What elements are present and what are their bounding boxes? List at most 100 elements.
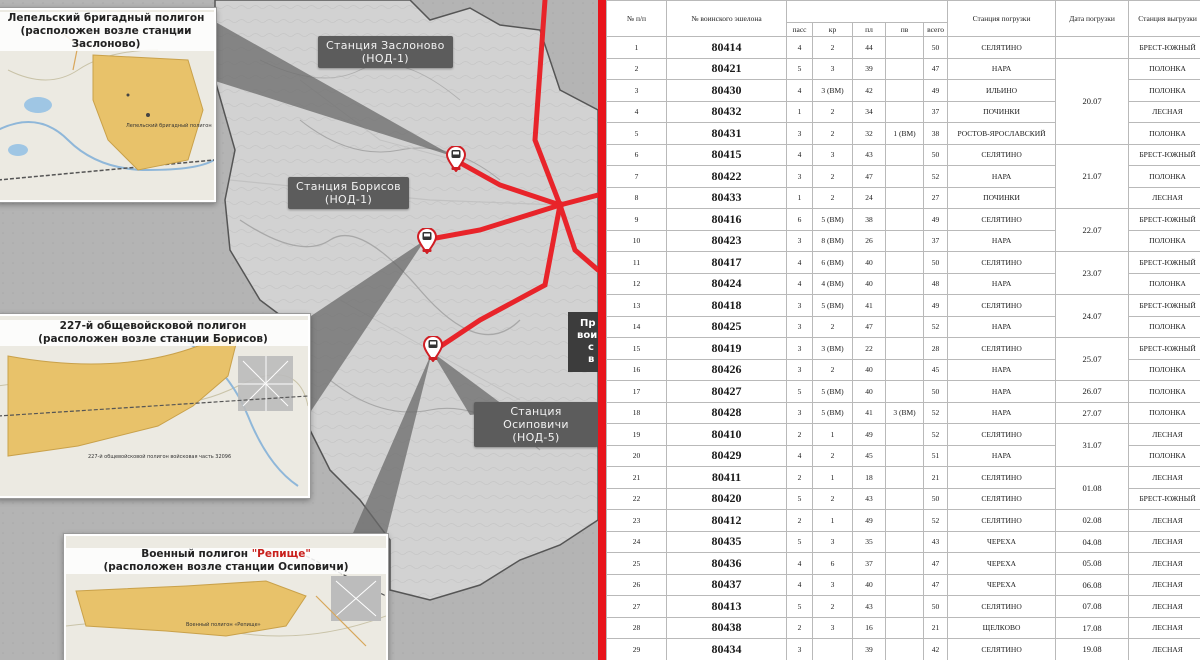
cell-load-station: ПОЧИНКИ <box>947 186 1057 209</box>
cell-load-station: ЧЕРЕХА <box>947 552 1057 575</box>
cell-pass: 3 <box>786 122 813 145</box>
cell-kr: 3 <box>812 57 853 80</box>
cell-total: 47 <box>922 57 949 80</box>
cell-load-station: ИЛЬИНО <box>947 79 1057 102</box>
cell-unload-station: БРЕСТ-ЮЖНЫЙ <box>1128 208 1200 231</box>
cell-pv <box>885 530 924 553</box>
cell-pv <box>885 337 924 360</box>
cropped-label: Пр вои с в <box>568 312 598 372</box>
cell-load-station: СЕЛЯТИНО <box>947 487 1057 510</box>
cell-pass: 5 <box>786 57 813 80</box>
header-wagons-group <box>785 0 949 23</box>
cell-load-date: 05.08 <box>1055 552 1130 575</box>
cell-pv <box>885 487 924 510</box>
cell-pv <box>885 79 924 102</box>
cell-total: 52 <box>922 423 949 446</box>
cell-unload-station: ПОЛОНКА <box>1128 122 1200 145</box>
table-row: 23 80412 2 1 49 52 СЕЛЯТИНО 02.08 ЛЕСНАЯ <box>606 509 1200 532</box>
cell-pl: 43 <box>852 487 886 510</box>
cell-pass: 4 <box>786 251 813 274</box>
cell-kr: 2 <box>812 122 853 145</box>
cell-echelon: 80415 <box>666 143 787 166</box>
cell-load-station: ПОЧИНКИ <box>947 100 1057 123</box>
cell-kr: 2 <box>812 358 853 381</box>
train-pin-icon <box>417 228 437 254</box>
table-row: 19 80410 2 1 49 52 СЕЛЯТИНО 31.07 ЛЕСНАЯ <box>606 423 1200 467</box>
cell-total: 21 <box>922 466 949 489</box>
cell-pv <box>885 358 924 381</box>
cell-unload-station: ПОЛОНКА <box>1128 272 1200 295</box>
cell-num: 16 <box>606 358 667 381</box>
cell-pl: 40 <box>852 380 886 403</box>
cell-echelon: 80420 <box>666 487 787 510</box>
cell-pv <box>885 466 924 489</box>
cell-kr: 5 (ВМ) <box>812 380 853 403</box>
cell-pl: 39 <box>852 57 886 80</box>
cell-echelon: 80416 <box>666 208 787 231</box>
cell-load-station: НАРА <box>947 229 1057 252</box>
cell-kr: 5 (ВМ) <box>812 401 853 424</box>
cell-kr: 8 (ВМ) <box>812 229 853 252</box>
cell-echelon: 80422 <box>666 165 787 188</box>
cell-pass: 3 <box>786 165 813 188</box>
cell-kr: 3 <box>812 530 853 553</box>
cell-pass: 3 <box>786 337 813 360</box>
cell-unload-station: ПОЛОНКА <box>1128 165 1200 188</box>
cell-unload-station: БРЕСТ-ЮЖНЫЙ <box>1128 251 1200 274</box>
table-row: 11 80417 4 6 (ВМ) 40 50 СЕЛЯТИНО 23.07 БРЕСТ-ЮЖН… <box>606 251 1200 295</box>
cell-load-station: СЕЛЯТИНО <box>947 423 1057 446</box>
cell-load-station: СЕЛЯТИНО <box>947 294 1057 317</box>
cell-num: 6 <box>606 143 667 166</box>
cell-pass: 2 <box>786 616 813 639</box>
cell-load-date <box>1055 36 1130 59</box>
cell-kr: 2 <box>812 186 853 209</box>
cell-kr: 6 (ВМ) <box>812 251 853 274</box>
cell-kr: 1 <box>812 509 853 532</box>
cell-load-station: ЩЕЛКОВО <box>947 616 1057 639</box>
cell-num: 7 <box>606 165 667 188</box>
cell-pl: 40 <box>852 358 886 381</box>
station-label-zaslonovo: Станция Заслоново (НОД-1) <box>318 36 453 68</box>
header-total: всего <box>922 22 949 37</box>
station-label-borisov: Станция Борисов (НОД-1) <box>288 177 409 209</box>
cell-pl: 44 <box>852 36 886 59</box>
table-row: 13 80418 3 5 (ВМ) 41 49 СЕЛЯТИНО 24.07 БРЕСТ-ЮЖН… <box>606 294 1200 338</box>
cell-unload-station: ПОЛОНКА <box>1128 229 1200 252</box>
cell-pl: 41 <box>852 401 886 424</box>
cell-pass: 1 <box>786 100 813 123</box>
cell-num: 27 <box>606 595 667 618</box>
cell-total: 21 <box>922 616 949 639</box>
table-row: 17 80427 5 5 (ВМ) 40 50 НАРА 26.07 ПОЛОНКА <box>606 380 1200 403</box>
cell-kr: 3 <box>812 616 853 639</box>
cell-unload-station: ЛЕСНАЯ <box>1128 552 1200 575</box>
cell-echelon: 80432 <box>666 100 787 123</box>
cell-pass: 2 <box>786 509 813 532</box>
table-row: 24 80435 5 3 35 43 ЧЕРЕХА 04.08 ЛЕСНАЯ <box>606 530 1200 553</box>
cell-pv <box>885 208 924 231</box>
cell-unload-station: ПОЛОНКА <box>1128 57 1200 80</box>
cell-load-station: НАРА <box>947 401 1057 424</box>
cell-num: 17 <box>606 380 667 403</box>
cell-load-station: НАРА <box>947 315 1057 338</box>
cell-load-station: НАРА <box>947 272 1057 295</box>
cell-load-station: ЧЕРЕХА <box>947 573 1057 596</box>
header-echelon: № воинского эшелона <box>666 0 787 37</box>
cell-num: 11 <box>606 251 667 274</box>
cell-pl: 24 <box>852 186 886 209</box>
cell-pl: 37 <box>852 552 886 575</box>
cell-load-station: СЕЛЯТИНО <box>947 466 1057 489</box>
cell-kr: 2 <box>812 444 853 467</box>
cell-pv: 1 (ВМ) <box>885 122 924 145</box>
cell-pv <box>885 423 924 446</box>
cell-echelon: 80431 <box>666 122 787 145</box>
cell-echelon: 80412 <box>666 509 787 532</box>
cell-pass: 5 <box>786 487 813 510</box>
inset-map-label: Лепельский бригадный полигон <box>126 123 212 129</box>
table-row: 15 80419 3 3 (ВМ) 22 28 СЕЛЯТИНО 25.07 БРЕСТ-ЮЖН… <box>606 337 1200 381</box>
cell-pass: 4 <box>786 552 813 575</box>
cell-load-date: 04.08 <box>1055 530 1130 553</box>
cell-pl: 40 <box>852 251 886 274</box>
cell-pass: 5 <box>786 530 813 553</box>
cell-load-station: СЕЛЯТИНО <box>947 143 1057 166</box>
cell-echelon: 80423 <box>666 229 787 252</box>
